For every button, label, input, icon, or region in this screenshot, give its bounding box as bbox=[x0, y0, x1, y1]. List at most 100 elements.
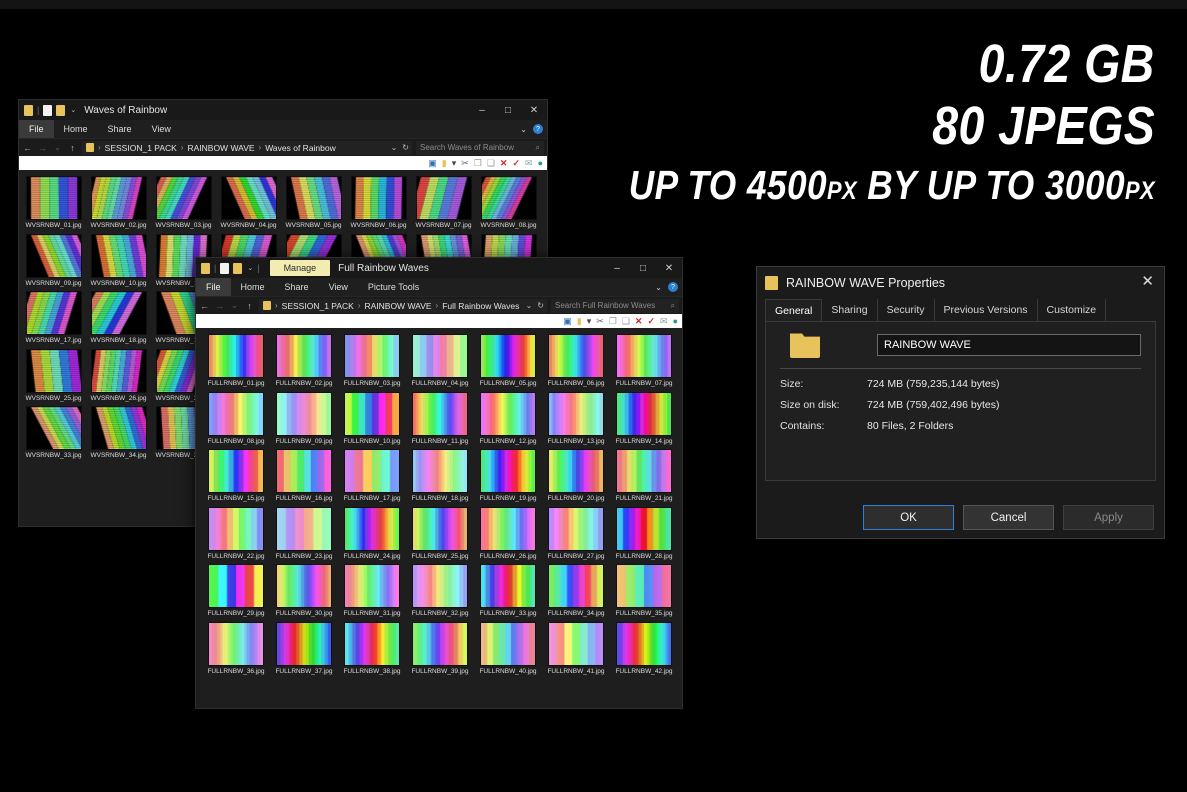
file-tile[interactable]: WVSRNBW_10.jpg bbox=[86, 234, 151, 288]
dialog-button-row[interactable]: OK Cancel Apply bbox=[863, 505, 1154, 530]
file-tile[interactable]: FULLRNBW_42.jpg bbox=[610, 622, 678, 676]
close-button[interactable]: ✕ bbox=[521, 100, 547, 120]
tab-previous-versions[interactable]: Previous Versions bbox=[935, 299, 1038, 321]
nav-pane-icon[interactable]: ▣ bbox=[428, 159, 437, 168]
file-tile[interactable]: FULLRNBW_09.jpg bbox=[270, 392, 338, 446]
nav-pane-icon[interactable]: ▣ bbox=[563, 317, 572, 326]
delete-icon[interactable]: ✕ bbox=[500, 159, 508, 168]
file-tile[interactable]: FULLRNBW_29.jpg bbox=[202, 564, 270, 618]
file-tile[interactable]: FULLRNBW_38.jpg bbox=[338, 622, 406, 676]
delete-icon[interactable]: ✕ bbox=[635, 317, 643, 326]
forward-arrow-icon[interactable]: → bbox=[37, 143, 48, 153]
tab-file[interactable]: File bbox=[19, 120, 54, 138]
file-tile[interactable]: WVSRNBW_33.jpg bbox=[21, 406, 86, 460]
file-tile[interactable]: WVSRNBW_04.jpg bbox=[216, 176, 281, 230]
properties-icon[interactable] bbox=[220, 263, 229, 274]
file-tile[interactable]: FULLRNBW_39.jpg bbox=[406, 622, 474, 676]
file-tile[interactable]: FULLRNBW_01.jpg bbox=[202, 334, 270, 388]
breadcrumb-item-1[interactable]: RAINBOW WAVE bbox=[364, 301, 431, 311]
explorer-window-full-rainbow-waves[interactable]: | ⌄ | Manage Full Rainbow Waves – □ ✕ Fi… bbox=[195, 257, 683, 709]
back-arrow-icon[interactable]: ← bbox=[22, 143, 33, 153]
tab-general[interactable]: General bbox=[765, 299, 822, 321]
file-tile[interactable]: WVSRNBW_02.jpg bbox=[86, 176, 151, 230]
tab-home[interactable]: Home bbox=[54, 120, 98, 138]
ribbon-expand-icon[interactable]: ⌄ bbox=[655, 283, 662, 292]
check-icon[interactable]: ✓ bbox=[647, 317, 655, 326]
file-tile[interactable]: FULLRNBW_03.jpg bbox=[338, 334, 406, 388]
file-tile[interactable]: WVSRNBW_17.jpg bbox=[21, 291, 86, 345]
forward-arrow-icon[interactable]: → bbox=[214, 301, 225, 311]
apply-button[interactable]: Apply bbox=[1063, 505, 1154, 530]
file-tile[interactable]: WVSRNBW_25.jpg bbox=[21, 349, 86, 403]
file-tile[interactable]: FULLRNBW_31.jpg bbox=[338, 564, 406, 618]
dialog-titlebar[interactable]: RAINBOW WAVE Properties ✕ bbox=[757, 267, 1164, 299]
maximize-button[interactable]: □ bbox=[495, 100, 521, 120]
breadcrumb[interactable]: › SESSION_1 PACK › RAINBOW WAVE › Waves … bbox=[82, 141, 412, 155]
tab-customize[interactable]: Customize bbox=[1038, 299, 1107, 321]
more-options-icon[interactable]: ▾ bbox=[587, 317, 592, 326]
tab-share[interactable]: Share bbox=[98, 120, 142, 138]
recent-locations-icon[interactable]: ⌄ bbox=[229, 300, 240, 311]
file-tile[interactable]: FULLRNBW_12.jpg bbox=[474, 392, 542, 446]
file-tile[interactable]: FULLRNBW_11.jpg bbox=[406, 392, 474, 446]
file-tile[interactable]: FULLRNBW_19.jpg bbox=[474, 449, 542, 503]
file-tile[interactable]: FULLRNBW_05.jpg bbox=[474, 334, 542, 388]
file-tile[interactable]: FULLRNBW_27.jpg bbox=[542, 507, 610, 561]
copy-icon[interactable]: ❐ bbox=[474, 159, 482, 168]
file-tile[interactable]: FULLRNBW_30.jpg bbox=[270, 564, 338, 618]
mail-icon[interactable]: ✉ bbox=[525, 159, 533, 168]
file-tile[interactable]: FULLRNBW_20.jpg bbox=[542, 449, 610, 503]
file-tile[interactable]: FULLRNBW_37.jpg bbox=[270, 622, 338, 676]
copy-icon[interactable]: ❐ bbox=[609, 317, 617, 326]
copy-to-icon[interactable]: ▮ bbox=[577, 317, 582, 326]
back-command-strip[interactable]: ▣ ▮ ▾ ✂ ❐ ❑ ✕ ✓ ✉ ● bbox=[19, 156, 547, 170]
search-icon[interactable]: ⌕ bbox=[671, 301, 675, 311]
globe-icon[interactable]: ● bbox=[538, 159, 543, 168]
file-tile[interactable]: FULLRNBW_17.jpg bbox=[338, 449, 406, 503]
paste-icon[interactable]: ❑ bbox=[487, 159, 495, 168]
breadcrumb-item-0[interactable]: SESSION_1 PACK bbox=[282, 301, 354, 311]
front-window-controls[interactable]: – □ ✕ bbox=[604, 258, 682, 278]
file-tile[interactable]: FULLRNBW_24.jpg bbox=[338, 507, 406, 561]
file-tile[interactable]: FULLRNBW_13.jpg bbox=[542, 392, 610, 446]
file-tile[interactable]: FULLRNBW_32.jpg bbox=[406, 564, 474, 618]
folder-name-input[interactable]: RAINBOW WAVE bbox=[877, 334, 1141, 356]
breadcrumb-item-2[interactable]: Waves of Rainbow bbox=[265, 143, 336, 153]
refresh-icon[interactable]: ↻ bbox=[537, 301, 544, 310]
address-dropdown-icon[interactable]: ⌄ bbox=[391, 143, 398, 152]
file-tile[interactable]: FULLRNBW_22.jpg bbox=[202, 507, 270, 561]
minimize-button[interactable]: – bbox=[469, 100, 495, 120]
file-tile[interactable]: FULLRNBW_34.jpg bbox=[542, 564, 610, 618]
back-arrow-icon[interactable]: ← bbox=[199, 301, 210, 311]
tab-view[interactable]: View bbox=[319, 278, 358, 296]
file-tile[interactable]: FULLRNBW_07.jpg bbox=[610, 334, 678, 388]
close-button[interactable]: ✕ bbox=[656, 258, 682, 278]
breadcrumb-item-0[interactable]: SESSION_1 PACK bbox=[105, 143, 177, 153]
mail-icon[interactable]: ✉ bbox=[660, 317, 668, 326]
copy-to-icon[interactable]: ▮ bbox=[442, 159, 447, 168]
breadcrumb[interactable]: › SESSION_1 PACK › RAINBOW WAVE › Full R… bbox=[259, 299, 547, 313]
file-tile[interactable]: WVSRNBW_07.jpg bbox=[411, 176, 476, 230]
cut-icon[interactable]: ✂ bbox=[461, 159, 469, 168]
quick-access-toolbar[interactable]: | ⌄ bbox=[24, 105, 76, 116]
tab-view[interactable]: View bbox=[142, 120, 181, 138]
ribbon-expand-icon[interactable]: ⌄ bbox=[520, 125, 527, 134]
front-ribbon-tabs[interactable]: File Home Share View Picture Tools ⌄ ? bbox=[196, 278, 682, 296]
file-tile[interactable]: WVSRNBW_09.jpg bbox=[21, 234, 86, 288]
back-address-bar[interactable]: ← → ⌄ ↑ › SESSION_1 PACK › RAINBOW WAVE … bbox=[19, 138, 547, 156]
help-icon[interactable]: ? bbox=[668, 282, 678, 292]
front-command-strip[interactable]: ▣ ▮ ▾ ✂ ❐ ❑ ✕ ✓ ✉ ● bbox=[196, 314, 682, 328]
tab-file[interactable]: File bbox=[196, 278, 231, 296]
back-ribbon-tabs[interactable]: File Home Share View ⌄ ? bbox=[19, 120, 547, 138]
file-tile[interactable]: FULLRNBW_04.jpg bbox=[406, 334, 474, 388]
file-tile[interactable]: FULLRNBW_15.jpg bbox=[202, 449, 270, 503]
check-icon[interactable]: ✓ bbox=[512, 159, 520, 168]
ok-button[interactable]: OK bbox=[863, 505, 954, 530]
new-folder-icon[interactable] bbox=[56, 105, 65, 116]
tab-security[interactable]: Security bbox=[878, 299, 935, 321]
front-window-titlebar[interactable]: | ⌄ | Manage Full Rainbow Waves – □ ✕ bbox=[196, 258, 682, 278]
minimize-button[interactable]: – bbox=[604, 258, 630, 278]
new-folder-icon[interactable] bbox=[233, 263, 242, 274]
file-tile[interactable]: WVSRNBW_03.jpg bbox=[151, 176, 216, 230]
cancel-button[interactable]: Cancel bbox=[963, 505, 1054, 530]
